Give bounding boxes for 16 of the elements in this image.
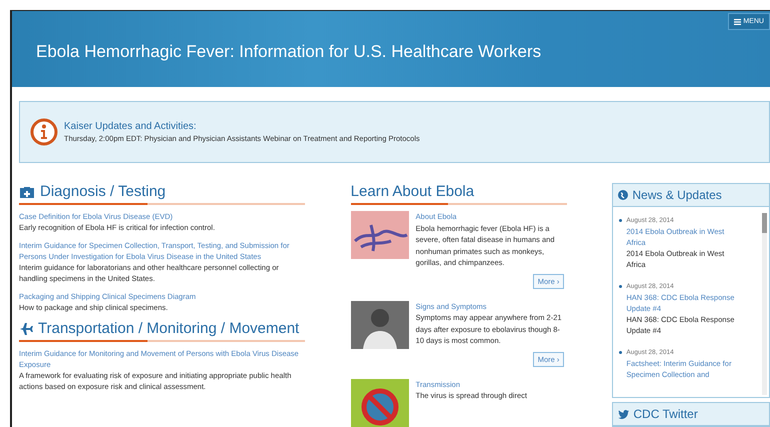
page-title: Ebola Hemorrhagic Fever: Information for U.S. Healthcare Workers [36,42,542,62]
scrollbar[interactable] [762,213,767,395]
alert-title[interactable]: Kaiser Updates and Activities: [64,121,420,132]
person-silhouette-photo [350,300,409,348]
menu-icon [734,18,742,24]
panel-title: CDC Twitter [633,407,698,421]
virus-photo [350,211,409,259]
info-icon [30,118,58,146]
panel-title: News & Updates [632,188,722,202]
bird-icon [618,410,630,418]
airplane-icon [19,322,33,336]
section-title: Transportation / Monitoring / Movement [38,320,300,337]
section-title: Learn About Ebola [350,183,476,200]
section-title: Diagnosis / Testing [40,183,166,200]
prohibited-sign-drawing [350,378,409,426]
medical-kit-icon [19,185,35,198]
